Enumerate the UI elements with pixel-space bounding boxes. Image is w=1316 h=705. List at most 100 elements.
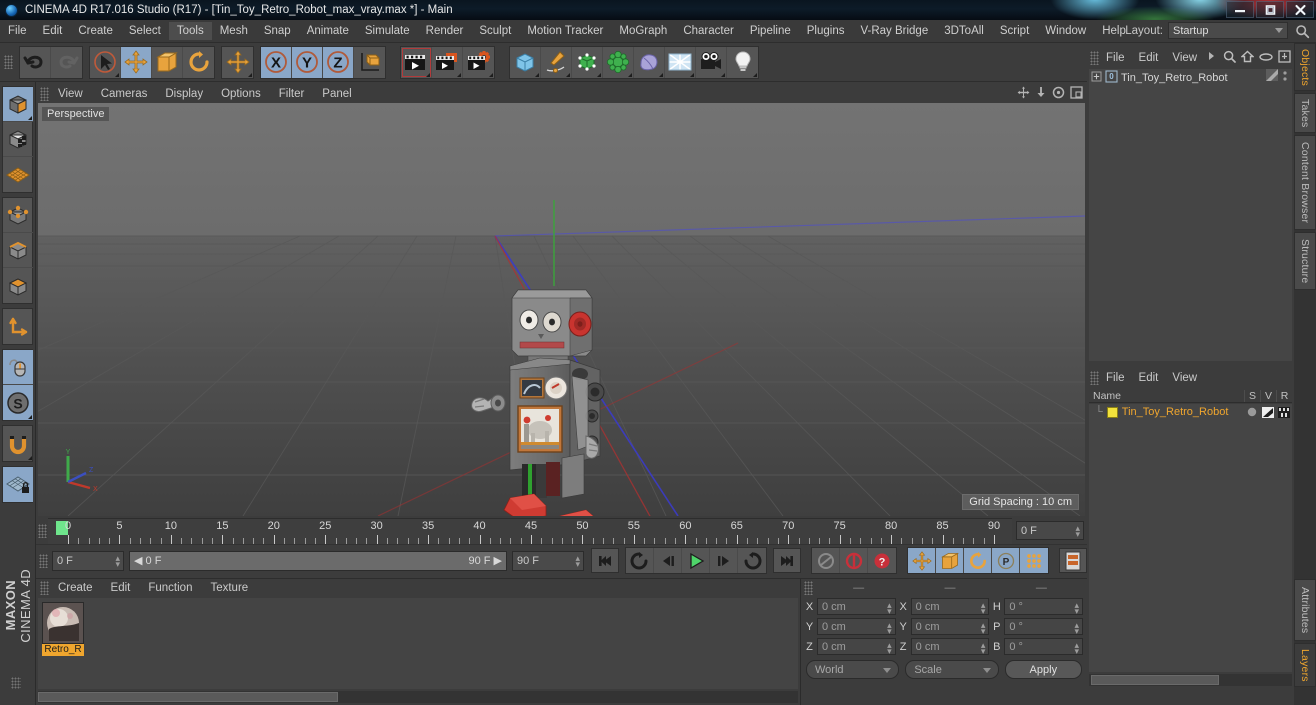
model-mode-button[interactable] xyxy=(3,87,33,122)
spinner-icon[interactable]: ▴ ▾ xyxy=(1074,641,1079,656)
go-to-end-button[interactable] xyxy=(773,548,801,573)
vertical-tab-layers[interactable]: Layers xyxy=(1294,643,1316,687)
menu-item-window[interactable]: Window xyxy=(1037,22,1094,40)
playbar-end-frame-field[interactable]: 90 F ▴ ▾ xyxy=(512,550,584,571)
layer-list[interactable]: └ Tin_Toy_Retro_Robot xyxy=(1089,404,1292,672)
menu-item-render[interactable]: Render xyxy=(418,22,472,40)
add-generator-button[interactable] xyxy=(572,46,603,78)
layer-scrollbar[interactable] xyxy=(1089,674,1292,686)
rotate-tool[interactable] xyxy=(183,47,214,78)
menu-item-select[interactable]: Select xyxy=(121,22,169,40)
object-tree[interactable]: 0 Tin_Toy_Retro_Robot xyxy=(1089,69,1292,361)
add-mograph-button[interactable] xyxy=(603,46,634,78)
step-back-button[interactable] xyxy=(654,548,682,573)
spinner-icon[interactable]: ▴ ▾ xyxy=(887,641,892,656)
chevron-right-icon[interactable] xyxy=(1207,51,1216,64)
position-y-field[interactable]: 0 cm ▴ ▾ xyxy=(817,618,896,636)
material-menu-edit[interactable]: Edit xyxy=(102,580,140,596)
material-menu-create[interactable]: Create xyxy=(49,580,102,596)
viewport-menu-filter[interactable]: Filter xyxy=(270,86,314,102)
viewport-menu-panel[interactable]: Panel xyxy=(313,86,360,102)
record-rotation-button[interactable] xyxy=(964,548,992,573)
vertical-tab-objects[interactable]: Objects xyxy=(1294,43,1316,91)
3d-viewport[interactable]: Perspective Grid Spacing : 10 cm Y X Z xyxy=(38,103,1085,516)
layer-menu-file[interactable]: File xyxy=(1099,370,1132,386)
spinner-icon[interactable]: ▴ ▾ xyxy=(575,553,580,568)
layer-menu-view[interactable]: View xyxy=(1165,370,1204,386)
spinner-icon[interactable]: ▴ ▾ xyxy=(1075,524,1080,539)
plus-expand-icon[interactable] xyxy=(1091,71,1102,85)
record-position-button[interactable] xyxy=(908,548,936,573)
move-tool[interactable] xyxy=(121,46,152,78)
vertical-tab-content-browser[interactable]: Content Browser xyxy=(1294,135,1316,230)
texture-tag-icon[interactable] xyxy=(1266,69,1278,86)
size-z-field[interactable]: 0 cm ▴ ▾ xyxy=(910,638,990,656)
maximize-view-icon[interactable] xyxy=(1070,86,1083,102)
add-environment-button[interactable] xyxy=(665,46,696,78)
scale-tool[interactable] xyxy=(152,46,183,78)
add-camera-button[interactable] xyxy=(696,46,727,78)
rotate-view-icon[interactable] xyxy=(1052,86,1065,102)
size-y-field[interactable]: 0 cm ▴ ▾ xyxy=(910,618,990,636)
left-palette-grip[interactable] xyxy=(11,677,21,689)
spinner-icon[interactable]: ▴ ▾ xyxy=(981,641,986,656)
material-menu-texture[interactable]: Texture xyxy=(201,580,257,596)
preview-range-bar[interactable]: ◀ 0 F 90 F ▶ xyxy=(129,550,507,571)
polygons-mode-button[interactable] xyxy=(3,268,33,303)
viewport-menu-cameras[interactable]: Cameras xyxy=(92,86,157,102)
scrollbar-thumb[interactable] xyxy=(1091,675,1219,685)
magnifier-icon[interactable] xyxy=(1223,50,1236,66)
scale-mode-dropdown[interactable]: Scale xyxy=(905,660,999,679)
timeline-ruler[interactable]: 0 5 10 15 20 25 30 35 40 45 50 55 60 65 70 75 80 85 90 xyxy=(48,518,1012,544)
menu-item-character[interactable]: Character xyxy=(675,22,742,40)
go-to-start-button[interactable] xyxy=(591,548,619,573)
edges-mode-button[interactable] xyxy=(3,233,33,268)
viewport-menu-display[interactable]: Display xyxy=(156,86,212,102)
layer-manager-grip[interactable] xyxy=(1090,370,1099,385)
search-icon[interactable] xyxy=(1295,24,1310,42)
add-deformer-button[interactable] xyxy=(634,46,665,78)
spinner-icon[interactable]: ▴ ▾ xyxy=(981,601,986,616)
toolbar-grip[interactable] xyxy=(4,55,13,69)
move-tool-alt[interactable] xyxy=(222,47,253,78)
undo-button[interactable] xyxy=(20,46,51,78)
object-manager-grip[interactable] xyxy=(1090,50,1099,65)
spinner-icon[interactable]: ▴ ▾ xyxy=(1074,601,1079,616)
spinner-icon[interactable]: ▴ ▾ xyxy=(981,621,986,636)
apply-button[interactable]: Apply xyxy=(1004,660,1082,679)
coordinate-space-dropdown[interactable]: World xyxy=(806,660,900,679)
maximize-button[interactable] xyxy=(1256,1,1284,18)
render-to-picture-viewer-button[interactable] xyxy=(432,46,463,78)
lock-x-axis-button[interactable]: X xyxy=(261,46,292,78)
workplane-mode-button[interactable] xyxy=(3,157,33,192)
coordinates-grip[interactable] xyxy=(804,580,813,595)
menu-item-mograph[interactable]: MoGraph xyxy=(611,22,675,40)
timeline-grip[interactable] xyxy=(38,524,47,538)
material-menu-function[interactable]: Function xyxy=(139,580,201,596)
menu-item-plugins[interactable]: Plugins xyxy=(799,22,853,40)
pan-icon[interactable] xyxy=(1017,86,1030,102)
menu-item-pipeline[interactable]: Pipeline xyxy=(742,22,799,40)
object-menu-edit[interactable]: Edit xyxy=(1132,50,1166,66)
fit-icon[interactable] xyxy=(1278,50,1291,66)
scrollbar-thumb[interactable] xyxy=(38,692,338,702)
viewport-menu-view[interactable]: View xyxy=(49,86,92,102)
render-toggle-icon[interactable] xyxy=(1276,406,1292,418)
texture-mode-button[interactable] xyxy=(3,122,33,157)
points-mode-button[interactable] xyxy=(3,198,33,233)
open-timeline-button[interactable] xyxy=(1059,548,1087,573)
layer-menu-edit[interactable]: Edit xyxy=(1132,370,1166,386)
soft-interaction-button[interactable]: S xyxy=(3,385,33,420)
spinner-icon[interactable]: ▴ ▾ xyxy=(115,553,120,568)
play-button[interactable] xyxy=(682,548,710,573)
spinner-icon[interactable]: ▴ ▾ xyxy=(1074,621,1079,636)
vertical-tab-structure[interactable]: Structure xyxy=(1294,232,1316,290)
viewport-menu-grip[interactable] xyxy=(40,86,49,101)
add-spline-button[interactable] xyxy=(541,46,572,78)
add-light-button[interactable] xyxy=(727,47,758,78)
playbar-current-frame-field[interactable]: 0 F ▴ ▾ xyxy=(52,550,124,571)
keyframe-selection-button[interactable]: ? xyxy=(868,548,896,573)
menu-item-file[interactable]: File xyxy=(0,22,35,40)
record-scale-button[interactable] xyxy=(936,548,964,573)
lock-workplane-button[interactable] xyxy=(3,467,33,502)
